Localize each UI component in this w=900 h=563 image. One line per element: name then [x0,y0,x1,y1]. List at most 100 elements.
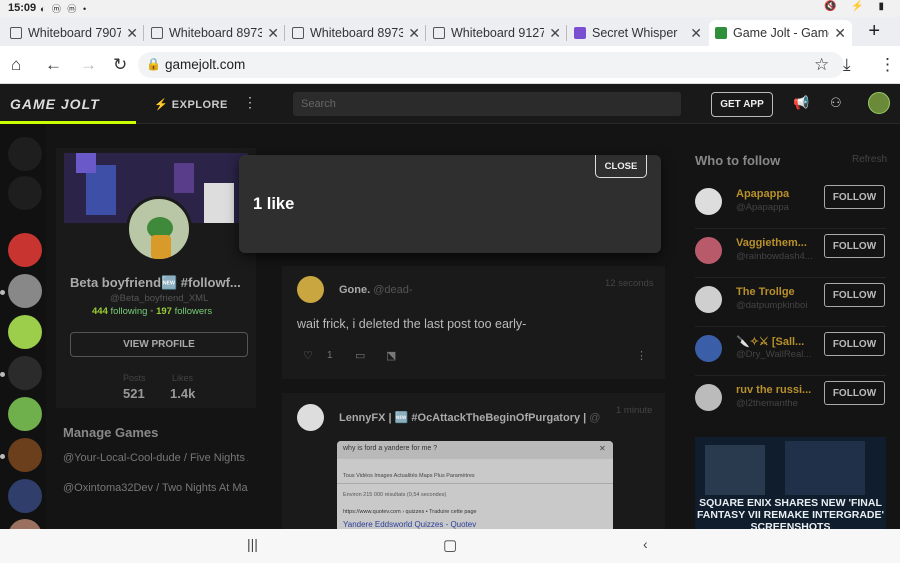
get-app-button[interactable]: GET APP [711,92,773,117]
tab-whiteboard-2[interactable]: Whiteboard 897314 ✕ [145,20,285,46]
tab-whiteboard-1[interactable]: Whiteboard 790743 ✕ [4,20,144,46]
who-to-follow-title: Who to follow [695,153,781,168]
home-icon[interactable]: ⌂ [11,55,21,75]
announcement-icon[interactable]: 📢 [793,95,809,111]
rail-activity-icon[interactable] [8,137,42,171]
close-icon[interactable]: ✕ [267,25,279,42]
following-label: following [110,306,148,317]
whiteboard-icon [292,27,304,39]
user-avatar[interactable] [868,92,890,114]
post-author-avatar[interactable] [297,276,324,303]
unread-dot [0,454,5,459]
status-bar: 15:09 ◐ ⓜ ⓜ • 🔇 ⚡ ▮ [0,0,900,17]
like-count[interactable]: 1 [327,350,333,361]
rail-community-avatar[interactable] [8,274,42,308]
post-image[interactable]: why is ford a yandere for me ? ✕ Tous Vi… [337,441,613,541]
close-icon[interactable]: ✕ [690,25,702,42]
friends-icon[interactable]: ⚇ [830,95,842,111]
heart-icon[interactable]: ♡ [303,349,313,362]
post-author[interactable]: LennyFX | 🆕 #OcAttackTheBeginOfPurgatory… [339,411,601,424]
view-profile-button[interactable]: VIEW PROFILE [70,332,248,357]
user-name[interactable]: The Trollge [736,286,814,298]
close-icon[interactable]: ✕ [126,25,138,42]
browser-toolbar: ⌂ ← → ↻ 🔒 gamejolt.com ☆ ⤓ ⋮ [0,46,900,84]
post-author-handle: @F... [589,412,601,424]
close-icon: ✕ [599,444,606,453]
tab-game-jolt[interactable]: Game Jolt - Games ✕ [709,20,852,46]
posts-label: Posts [123,373,146,383]
unread-dot [0,290,5,295]
recents-icon[interactable]: ||| [247,536,258,552]
back-nav-icon[interactable]: ‹ [643,536,648,552]
tab-whiteboard-4[interactable]: Whiteboard 912783 ✕ [427,20,567,46]
post-author-avatar[interactable] [297,404,324,431]
manage-game-item[interactable]: @Your-Local-Cool-dude / Five Nights At .… [63,452,248,464]
follow-counts: 444 following • 197 followers [92,306,213,317]
reload-icon[interactable]: ↻ [113,55,127,75]
home-button-icon[interactable]: ▢ [443,536,457,554]
close-icon[interactable]: ✕ [408,25,420,42]
search-input[interactable] [293,92,681,116]
suggested-user: Vaggiethem... @rainbowdash4... FOLLOW [695,229,886,278]
user-avatar[interactable] [695,384,722,411]
user-avatar[interactable] [695,286,722,313]
tab-title: Whiteboard 790743 [28,26,122,40]
follow-button[interactable]: FOLLOW [824,185,885,209]
rail-community-avatar[interactable] [8,479,42,513]
explore-label: EXPLORE [171,99,228,111]
rail-community-avatar[interactable] [8,315,42,349]
menu-dots-icon[interactable]: ⋮ [879,55,896,75]
likes-value: 1.4k [170,386,196,401]
likes-label: Likes [172,373,194,383]
user-name[interactable]: Vaggiethem... [736,237,814,249]
back-icon[interactable]: ← [45,55,62,75]
news-ad[interactable]: SQUARE ENIX SHARES NEW 'FINAL FANTASY VI… [695,437,886,529]
suggested-user: 🔪✧⚔ [Sall... @Dry_WallReal... FOLLOW [695,327,886,376]
rail-community-avatar[interactable] [8,438,42,472]
lock-icon: 🔒 [146,57,161,71]
explore-link[interactable]: ⚡ EXPLORE [154,98,228,111]
follow-button[interactable]: FOLLOW [824,234,885,258]
new-tab-button[interactable]: + [868,20,880,43]
tab-whiteboard-3[interactable]: Whiteboard 897390 ✕ [286,20,426,46]
user-avatar[interactable] [695,188,722,215]
refresh-link[interactable]: Refresh [852,154,887,165]
comment-icon[interactable]: ▭ [355,349,365,362]
user-name[interactable]: Apapappa [736,188,814,200]
user-name[interactable]: ruv the russi... [736,384,814,396]
modal-close-button[interactable]: CLOSE [595,155,647,178]
close-icon[interactable]: ✕ [549,25,561,42]
profile-handle: @Beta_boyfriend_XML [110,293,209,304]
follow-button[interactable]: FOLLOW [824,381,885,405]
bookmark-star-icon[interactable]: ☆ [814,55,829,75]
user-avatar[interactable] [695,335,722,362]
gamejolt-icon [715,27,727,39]
post-author-handle: @dead- [373,284,413,296]
close-icon[interactable]: ✕ [834,25,846,42]
manage-games-title: Manage Games [63,425,159,440]
tab-title: Whiteboard 897390 [310,26,404,40]
rail-library-icon[interactable] [8,176,42,210]
address-bar[interactable]: 🔒 gamejolt.com [138,52,844,78]
rail-community-avatar[interactable] [8,397,42,431]
tab-secret-whisper[interactable]: Secret Whisper ✕ [568,20,708,46]
screenshot-query: why is ford a yandere for me ? [343,445,438,452]
rail-community-avatar[interactable] [8,233,42,267]
user-name[interactable]: 🔪✧⚔ [Sall... [736,335,814,348]
gamejolt-logo[interactable]: GAME JOLT [10,96,100,112]
user-avatar[interactable] [695,237,722,264]
rail-community-avatar[interactable] [8,356,42,390]
forward-icon[interactable]: → [80,55,97,75]
profile-avatar[interactable] [126,196,192,262]
follow-button[interactable]: FOLLOW [824,283,885,307]
post-menu-icon[interactable]: ⋮ [636,349,647,362]
profile-name[interactable]: Beta boyfriend🆕 #followf... [70,275,252,291]
manage-game-item[interactable]: @Oxintoma32Dev / Two Nights At Maxi... [63,482,248,494]
follow-button[interactable]: FOLLOW [824,332,885,356]
download-icon[interactable]: ⤓ [843,55,851,75]
post-author[interactable]: Gone. @dead- [339,284,413,296]
more-menu-icon[interactable]: ⋮ [243,94,257,111]
share-icon[interactable]: ⬔ [386,349,396,362]
tab-title: Secret Whisper [592,26,678,40]
notification-icons: ◐ ⓜ ⓜ • [40,4,89,14]
